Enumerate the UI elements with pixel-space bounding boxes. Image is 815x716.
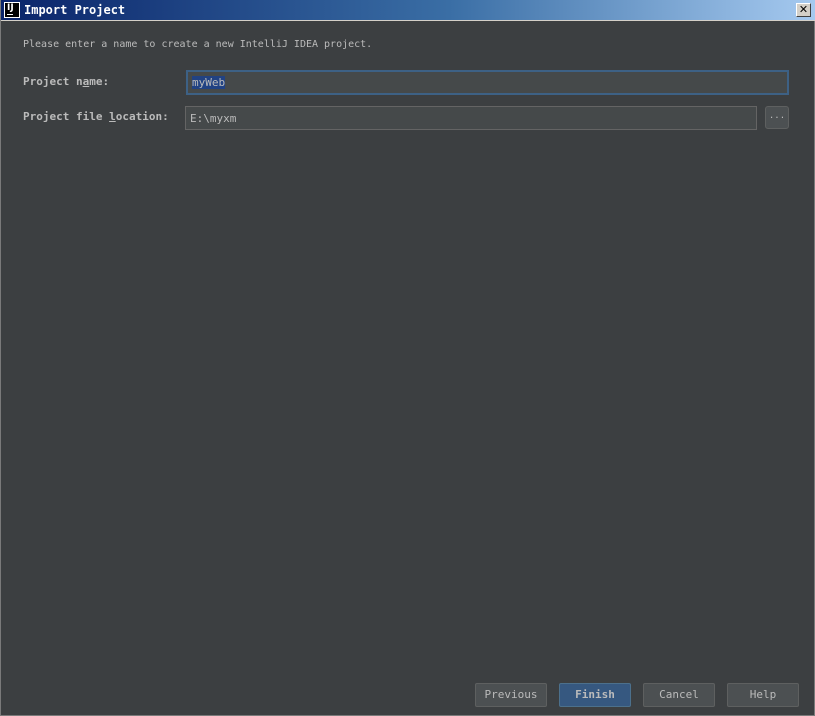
dialog-description: Please enter a name to create a new Inte… — [23, 39, 373, 50]
project-location-label-post: ocation: — [115, 110, 169, 123]
close-icon: ✕ — [798, 3, 809, 16]
project-name-label: Project name: — [23, 75, 109, 89]
project-name-input[interactable] — [186, 70, 789, 95]
previous-button[interactable]: Previous — [475, 683, 547, 707]
project-location-label: Project file location: — [23, 110, 169, 124]
project-location-input[interactable] — [185, 106, 757, 130]
cancel-button[interactable]: Cancel — [643, 683, 715, 707]
window-title: Import Project — [24, 3, 126, 17]
ellipsis-icon: ... — [768, 111, 786, 121]
help-button[interactable]: Help — [727, 683, 799, 707]
project-location-label-mnemonic: l — [109, 110, 116, 123]
project-name-label-pre: Project n — [23, 75, 83, 88]
intellij-app-icon: IJ — [4, 2, 20, 18]
browse-button[interactable]: ... — [765, 106, 789, 129]
title-bar[interactable]: IJ Import Project ✕ — [1, 0, 815, 21]
import-project-dialog: IJ Import Project ✕ Please enter a name … — [0, 0, 815, 716]
close-button[interactable]: ✕ — [796, 3, 811, 17]
project-name-label-post: me: — [89, 75, 110, 88]
finish-button[interactable]: Finish — [559, 683, 631, 707]
project-location-label-pre: Project file — [23, 110, 110, 123]
